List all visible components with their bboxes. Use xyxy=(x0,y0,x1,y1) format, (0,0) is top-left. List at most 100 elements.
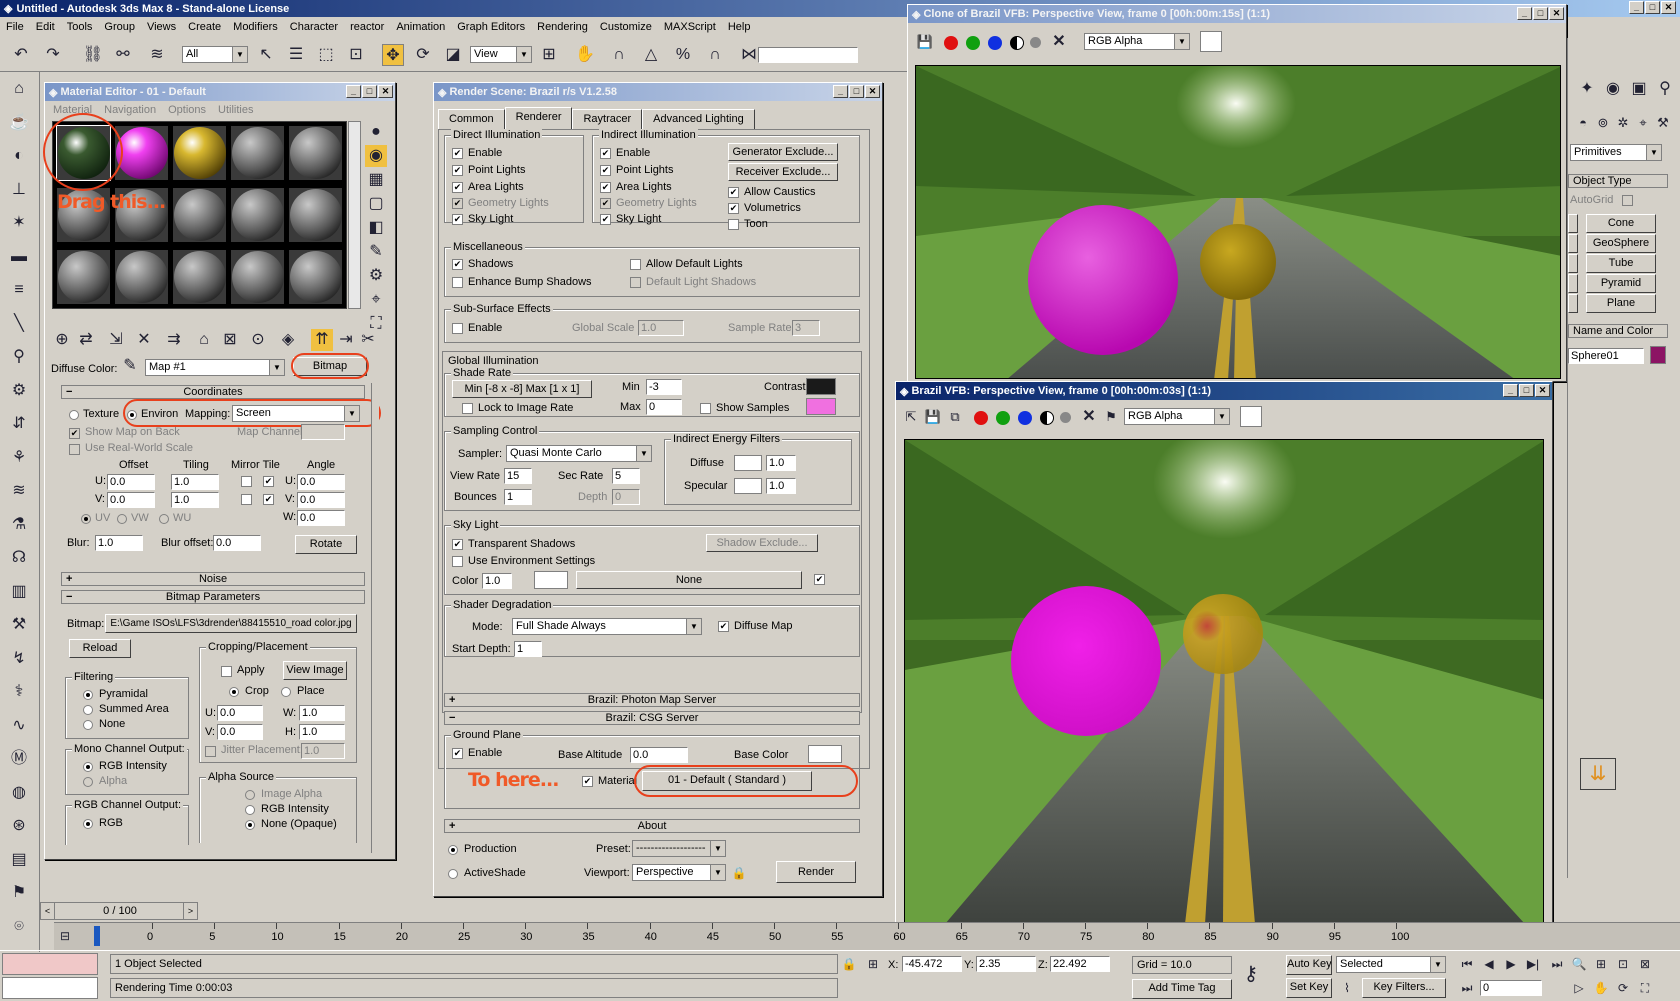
default-tangent-icon[interactable]: ⌇ xyxy=(1336,977,1358,999)
rgb-radio[interactable] xyxy=(83,819,93,829)
clone-red-channel-icon[interactable] xyxy=(944,36,958,50)
place-radio[interactable] xyxy=(281,687,291,697)
show-end-result-icon[interactable]: ◈ xyxy=(277,329,299,351)
next-frame-icon[interactable]: ▶| xyxy=(1522,953,1544,975)
sky-map-button[interactable]: None xyxy=(576,571,802,589)
material-effects-icon[interactable]: ⊠ xyxy=(219,329,241,351)
object-color-swatch[interactable] xyxy=(1650,346,1666,364)
object-type-button-stub[interactable] xyxy=(1568,294,1578,313)
csg-rollout-header[interactable]: − Brazil: CSG Server xyxy=(444,711,860,725)
select-link-icon[interactable]: ⛓ xyxy=(82,44,104,66)
x-coord-field[interactable]: -45.472 xyxy=(902,956,962,972)
maximize-viewport-icon[interactable]: ⛶ xyxy=(1634,977,1656,999)
line-icon[interactable]: ╲ xyxy=(8,313,30,335)
show-map-on-back-checkbox[interactable] xyxy=(69,428,80,439)
pivot-icon[interactable]: ⊞ xyxy=(538,44,560,66)
slider-next-icon[interactable]: > xyxy=(183,903,197,919)
tool-icon[interactable]: ⚒ xyxy=(8,614,30,636)
filter-none-radio[interactable] xyxy=(83,720,93,730)
ii-enable-checkbox[interactable] xyxy=(600,148,611,159)
clone-green-channel-icon[interactable] xyxy=(966,36,980,50)
toon-checkbox[interactable] xyxy=(728,219,739,230)
enhance-bump-checkbox[interactable] xyxy=(452,277,463,288)
spinner-snap-icon[interactable]: ∩ xyxy=(704,44,726,66)
diffuse-map-checkbox[interactable] xyxy=(718,621,729,632)
y-coord-field[interactable]: 2.35 xyxy=(976,956,1036,972)
jitter-checkbox[interactable] xyxy=(205,746,216,757)
vfb-maximize-icon[interactable]: □ xyxy=(1519,384,1534,397)
material-slot[interactable] xyxy=(172,125,227,181)
u-tiling-field[interactable]: 1.0 xyxy=(171,474,219,490)
reset-map-icon[interactable]: ✕ xyxy=(133,329,155,351)
play-icon[interactable]: ▶ xyxy=(1500,953,1522,975)
preset-dropdown[interactable]: ------------------- xyxy=(632,840,726,857)
name-color-rollout-header[interactable]: Name and Color xyxy=(1568,324,1668,338)
create-icon[interactable]: ⌂ xyxy=(8,78,30,100)
none-opaque-radio[interactable] xyxy=(245,820,255,830)
maxscript-listener-pink[interactable] xyxy=(2,953,98,975)
tab-raytracer[interactable]: Raytracer xyxy=(572,109,643,129)
di-enable-checkbox[interactable] xyxy=(452,148,463,159)
photon-rollout-header[interactable]: + Brazil: Photon Map Server xyxy=(444,693,860,707)
menu-help[interactable]: Help xyxy=(722,18,757,38)
vfb-clear-icon[interactable]: ✕ xyxy=(1078,406,1100,428)
reactor-icon[interactable]: ⇊ xyxy=(1580,758,1616,790)
cloth-icon[interactable]: ▥ xyxy=(8,581,30,603)
move-icon[interactable]: ✥ xyxy=(382,44,404,66)
sky-color-swatch[interactable] xyxy=(534,571,568,589)
summed-area-radio[interactable] xyxy=(83,705,93,715)
geometry-icon[interactable]: ◓ xyxy=(1572,112,1594,134)
u-angle-field[interactable]: 0.0 xyxy=(297,474,345,490)
options-icon[interactable]: ⚙ xyxy=(365,265,387,287)
bounces-field[interactable]: 1 xyxy=(504,489,532,505)
sss-enable-checkbox[interactable] xyxy=(452,323,463,334)
eyedropper-icon[interactable]: ✎ xyxy=(119,355,141,377)
shadows-checkbox[interactable] xyxy=(452,259,463,270)
object-type-button-stub[interactable] xyxy=(1568,234,1578,253)
ragdoll-icon[interactable]: ↯ xyxy=(8,648,30,670)
go-to-parent-icon[interactable]: ⇈ xyxy=(311,329,333,351)
crop-u-field[interactable]: 0.0 xyxy=(217,705,263,721)
select-by-material-icon[interactable]: ⌖ xyxy=(365,289,387,311)
mono-alpha-radio[interactable] xyxy=(83,777,93,787)
di-geometry-checkbox[interactable] xyxy=(452,198,463,209)
view-rate-field[interactable]: 15 xyxy=(504,468,532,484)
image-alpha-radio[interactable] xyxy=(245,790,255,800)
vfb-color-swatch[interactable] xyxy=(1240,406,1262,427)
sky-color-field[interactable]: 1.0 xyxy=(482,573,512,589)
clone-color-swatch[interactable] xyxy=(1200,31,1222,52)
crop-w-field[interactable]: 1.0 xyxy=(299,705,345,721)
select-by-name-icon[interactable]: ☰ xyxy=(285,44,307,66)
default-shadows-checkbox[interactable] xyxy=(630,277,641,288)
di-sky-checkbox[interactable] xyxy=(452,214,463,225)
ref-coord-dropdown[interactable]: View xyxy=(470,46,532,63)
material-slot[interactable] xyxy=(288,249,343,305)
go-forward-icon[interactable]: ⇥ xyxy=(335,329,357,351)
max-field[interactable]: 0 xyxy=(646,399,682,415)
u-tile-checkbox[interactable] xyxy=(263,476,274,487)
vfb-stamp-icon[interactable]: ⚑ xyxy=(1100,406,1122,428)
motor-icon[interactable]: Ⓜ xyxy=(8,748,30,770)
z-coord-field[interactable]: 22.492 xyxy=(1050,956,1110,972)
put-library-icon[interactable]: ⌂ xyxy=(193,329,215,351)
rect-selection-icon[interactable]: ⬚ xyxy=(315,44,337,66)
get-material-icon[interactable]: ⊕ xyxy=(51,329,73,351)
receiver-exclude-button[interactable]: Receiver Exclude... xyxy=(728,163,838,181)
gear-icon[interactable]: ⚙ xyxy=(8,380,30,402)
hierarchy-tab-icon[interactable]: ▣ xyxy=(1628,78,1650,100)
di-area-checkbox[interactable] xyxy=(452,182,463,193)
vfb-blue-channel-icon[interactable] xyxy=(1018,411,1032,425)
start-depth-field[interactable]: 1 xyxy=(514,641,542,657)
vw-radio[interactable] xyxy=(117,514,127,524)
layers-icon[interactable]: ≡ xyxy=(8,279,30,301)
spring-icon[interactable]: ∿ xyxy=(8,715,30,737)
clone-blue-channel-icon[interactable] xyxy=(988,36,1002,50)
vfb-alpha-icon[interactable] xyxy=(1040,411,1054,425)
helpers-icon[interactable]: ⚒ xyxy=(1652,112,1674,134)
show-map-icon[interactable]: ⊙ xyxy=(247,329,269,351)
select-object-icon[interactable]: ↖ xyxy=(255,44,277,66)
sky-map-checkbox[interactable] xyxy=(814,574,825,585)
show-samples-checkbox[interactable] xyxy=(700,403,711,414)
add-time-tag-button[interactable]: Add Time Tag xyxy=(1132,979,1232,999)
uv-tiling-icon[interactable]: ▢ xyxy=(365,193,387,215)
